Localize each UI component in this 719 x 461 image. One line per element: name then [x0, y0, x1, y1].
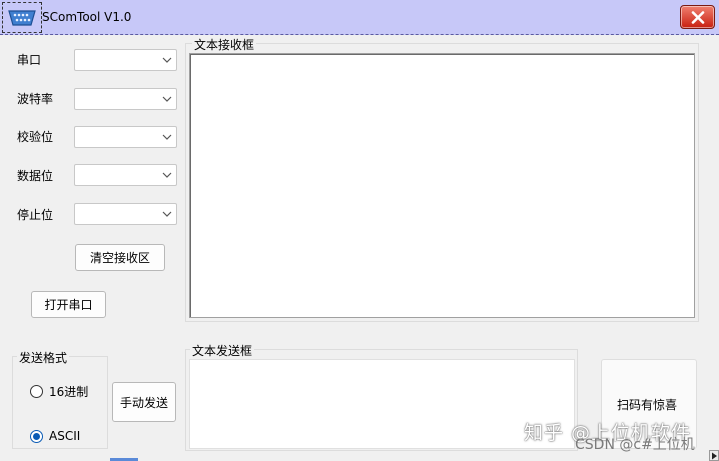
close-button[interactable]: [680, 5, 715, 29]
baud-label: 波特率: [17, 92, 54, 106]
serial-port-icon[interactable]: [2, 2, 42, 33]
radio-hex[interactable]: 16进制: [30, 383, 88, 400]
send-format-title: 发送格式: [17, 349, 70, 366]
chevron-down-icon: [162, 172, 172, 178]
manual-send-button[interactable]: 手动发送: [112, 382, 176, 422]
csdn-watermark: CSDN @c#上位机: [575, 437, 695, 453]
title-bar: SComTool V1.0: [0, 0, 719, 35]
open-port-button[interactable]: 打开串口: [31, 291, 106, 318]
baud-select[interactable]: [74, 88, 177, 110]
receive-textarea[interactable]: [189, 53, 695, 318]
scan-qr-label: 扫码有惊喜: [617, 398, 678, 412]
radio-ascii[interactable]: ASCII: [30, 429, 80, 443]
window-title: SComTool V1.0: [42, 10, 132, 24]
scroll-right-button[interactable]: [709, 450, 719, 461]
send-group-title: 文本发送框: [190, 342, 255, 359]
chevron-right-icon: [712, 452, 717, 460]
databits-label: 数据位: [17, 169, 54, 183]
port-label: 串口: [17, 53, 42, 67]
stopbits-select[interactable]: [74, 203, 177, 225]
chevron-down-icon: [162, 96, 172, 102]
stopbits-label: 停止位: [17, 208, 54, 222]
receive-group-title: 文本接收框: [192, 36, 257, 53]
radio-ascii-label: ASCII: [49, 429, 81, 443]
clear-receive-button[interactable]: 清空接收区: [75, 244, 165, 271]
radio-hex-indicator[interactable]: [30, 385, 43, 398]
send-textarea[interactable]: [189, 359, 575, 449]
chevron-down-icon: [162, 57, 172, 63]
chevron-down-icon: [162, 134, 172, 140]
radio-ascii-indicator[interactable]: [30, 429, 43, 443]
radio-hex-label: 16进制: [49, 385, 89, 399]
databits-select[interactable]: [74, 164, 177, 186]
parity-label: 校验位: [17, 130, 54, 144]
close-icon: [691, 11, 705, 24]
port-select[interactable]: [74, 49, 177, 71]
parity-select[interactable]: [74, 126, 177, 148]
chevron-down-icon: [162, 211, 172, 217]
